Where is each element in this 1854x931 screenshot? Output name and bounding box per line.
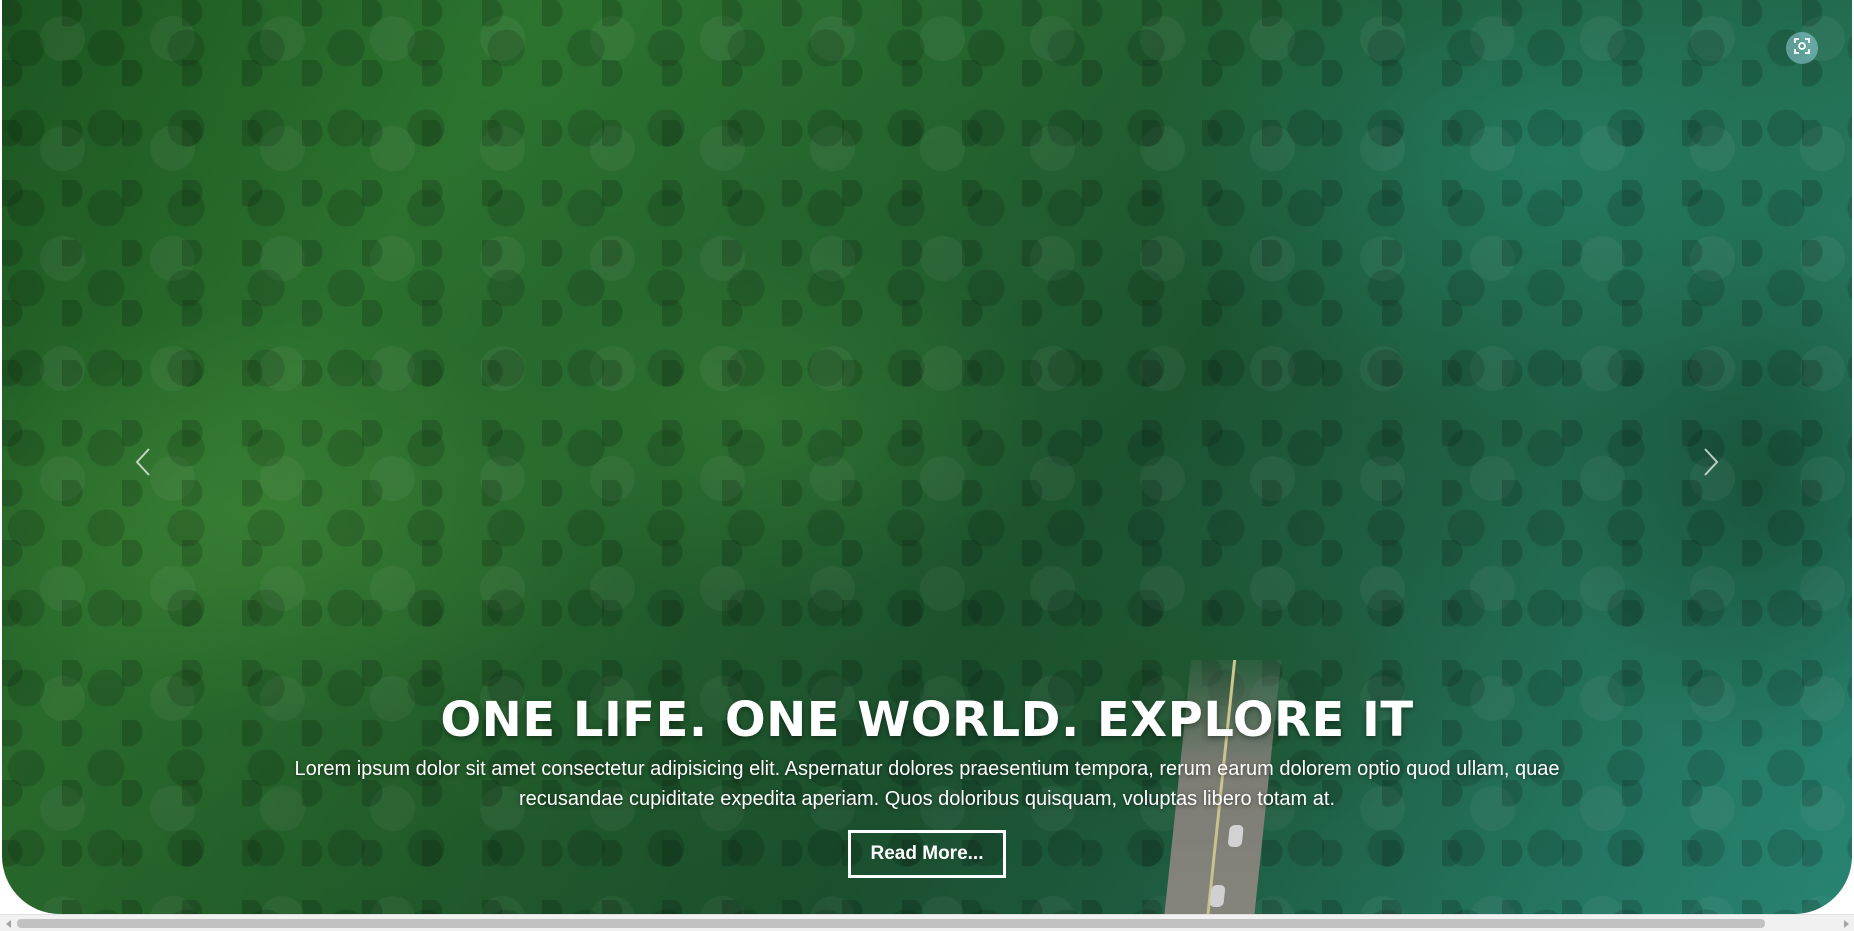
hero-caption: ONE LIFE. ONE WORLD. EXPLORE IT Lorem ip… (232, 690, 1622, 878)
scroll-right-button[interactable] (1837, 915, 1854, 931)
hero-title: ONE LIFE. ONE WORLD. EXPLORE IT (440, 692, 1414, 748)
hero-carousel: ONE LIFE. ONE WORLD. EXPLORE IT Lorem ip… (2, 0, 1852, 914)
carousel-next-button[interactable] (1696, 446, 1726, 482)
hero-description: Lorem ipsum dolor sit amet consectetur a… (294, 758, 1560, 810)
carousel-prev-button[interactable] (128, 446, 158, 482)
scroll-left-icon (5, 915, 13, 931)
horizontal-scrollbar[interactable] (0, 914, 1854, 931)
page: ONE LIFE. ONE WORLD. EXPLORE IT Lorem ip… (0, 0, 1854, 931)
chevron-left-icon (135, 447, 151, 482)
visual-search-icon (1793, 37, 1811, 60)
chevron-right-icon (1703, 447, 1719, 482)
read-more-button[interactable]: Read More... (847, 830, 1007, 878)
scrollbar-thumb[interactable] (17, 919, 1765, 928)
visual-search-button[interactable] (1786, 32, 1818, 64)
scroll-right-icon (1842, 915, 1850, 931)
scroll-left-button[interactable] (0, 915, 17, 931)
